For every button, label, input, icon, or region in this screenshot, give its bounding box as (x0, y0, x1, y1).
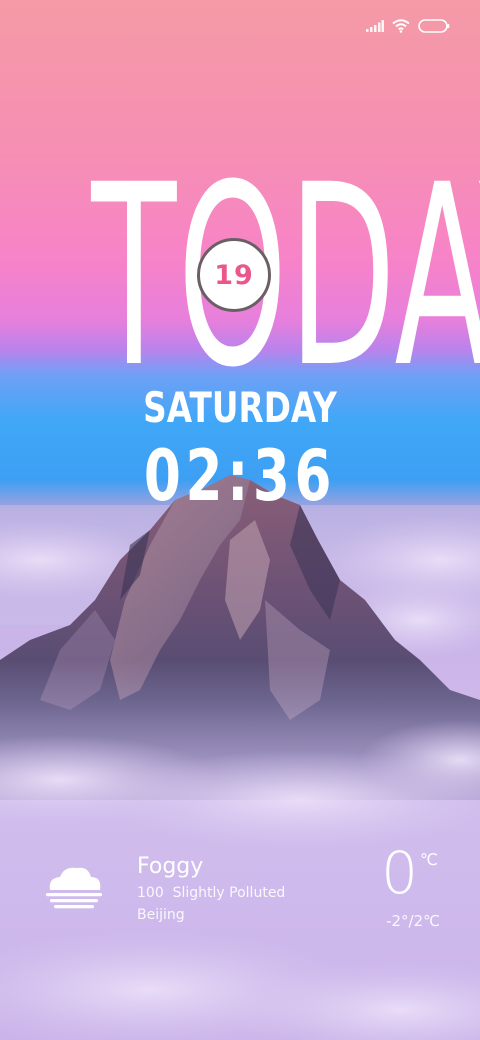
status-bar (366, 14, 450, 38)
battery-icon (418, 19, 450, 33)
air-quality: 100 Slightly Polluted (137, 885, 286, 901)
foggy-cloud-icon (46, 867, 102, 909)
weather-info: Foggy 100 Slightly Polluted Beijing (137, 852, 285, 926)
weekday-label: SATURDAY (143, 383, 337, 432)
weather-widget[interactable]: Foggy 100 Slightly Polluted Beijing 0 ℃ -… (0, 840, 480, 950)
wifi-icon (392, 19, 410, 33)
day-of-month-badge: 19 (197, 238, 271, 312)
clock-time: 02:36 (143, 435, 337, 517)
cellular-signal-icon (366, 20, 384, 32)
lock-screen: TODAY 19 SATURDAY 02:36 Foggy 100 Slight… (0, 0, 480, 1040)
weather-city: Beijing (137, 907, 185, 923)
temperature-unit: ℃ (420, 850, 438, 869)
temperature-range: -2°/2℃ (386, 912, 440, 930)
current-temperature: 0 (381, 839, 419, 907)
weather-condition: Foggy (137, 854, 204, 879)
temperature-block: 0 ℃ -2°/2℃ (381, 839, 440, 932)
